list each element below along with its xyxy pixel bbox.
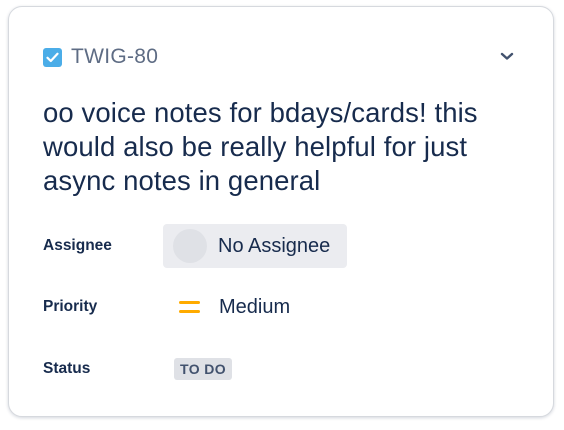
issue-header: TWIG-80 xyxy=(43,45,158,69)
avatar-placeholder-icon xyxy=(173,229,207,263)
assignee-value: No Assignee xyxy=(218,234,331,257)
chevron-down-icon xyxy=(500,48,514,66)
assignee-button[interactable]: No Assignee xyxy=(163,224,347,268)
status-lozenge[interactable]: TO DO xyxy=(174,358,233,380)
priority-label: Priority xyxy=(43,298,98,315)
issue-summary[interactable]: oo voice notes for bdays/cards! this wou… xyxy=(43,96,533,198)
issue-card: TWIG-80 oo voice notes for bdays/cards! … xyxy=(8,6,554,417)
priority-value: Medium xyxy=(219,295,291,318)
issue-key[interactable]: TWIG-80 xyxy=(71,45,158,69)
assignee-label: Assignee xyxy=(43,237,112,254)
status-label: Status xyxy=(43,360,91,377)
priority-medium-icon xyxy=(179,299,200,315)
checkbox-icon xyxy=(43,47,62,67)
collapse-button[interactable] xyxy=(497,47,517,67)
priority-field[interactable]: Medium xyxy=(179,295,290,319)
